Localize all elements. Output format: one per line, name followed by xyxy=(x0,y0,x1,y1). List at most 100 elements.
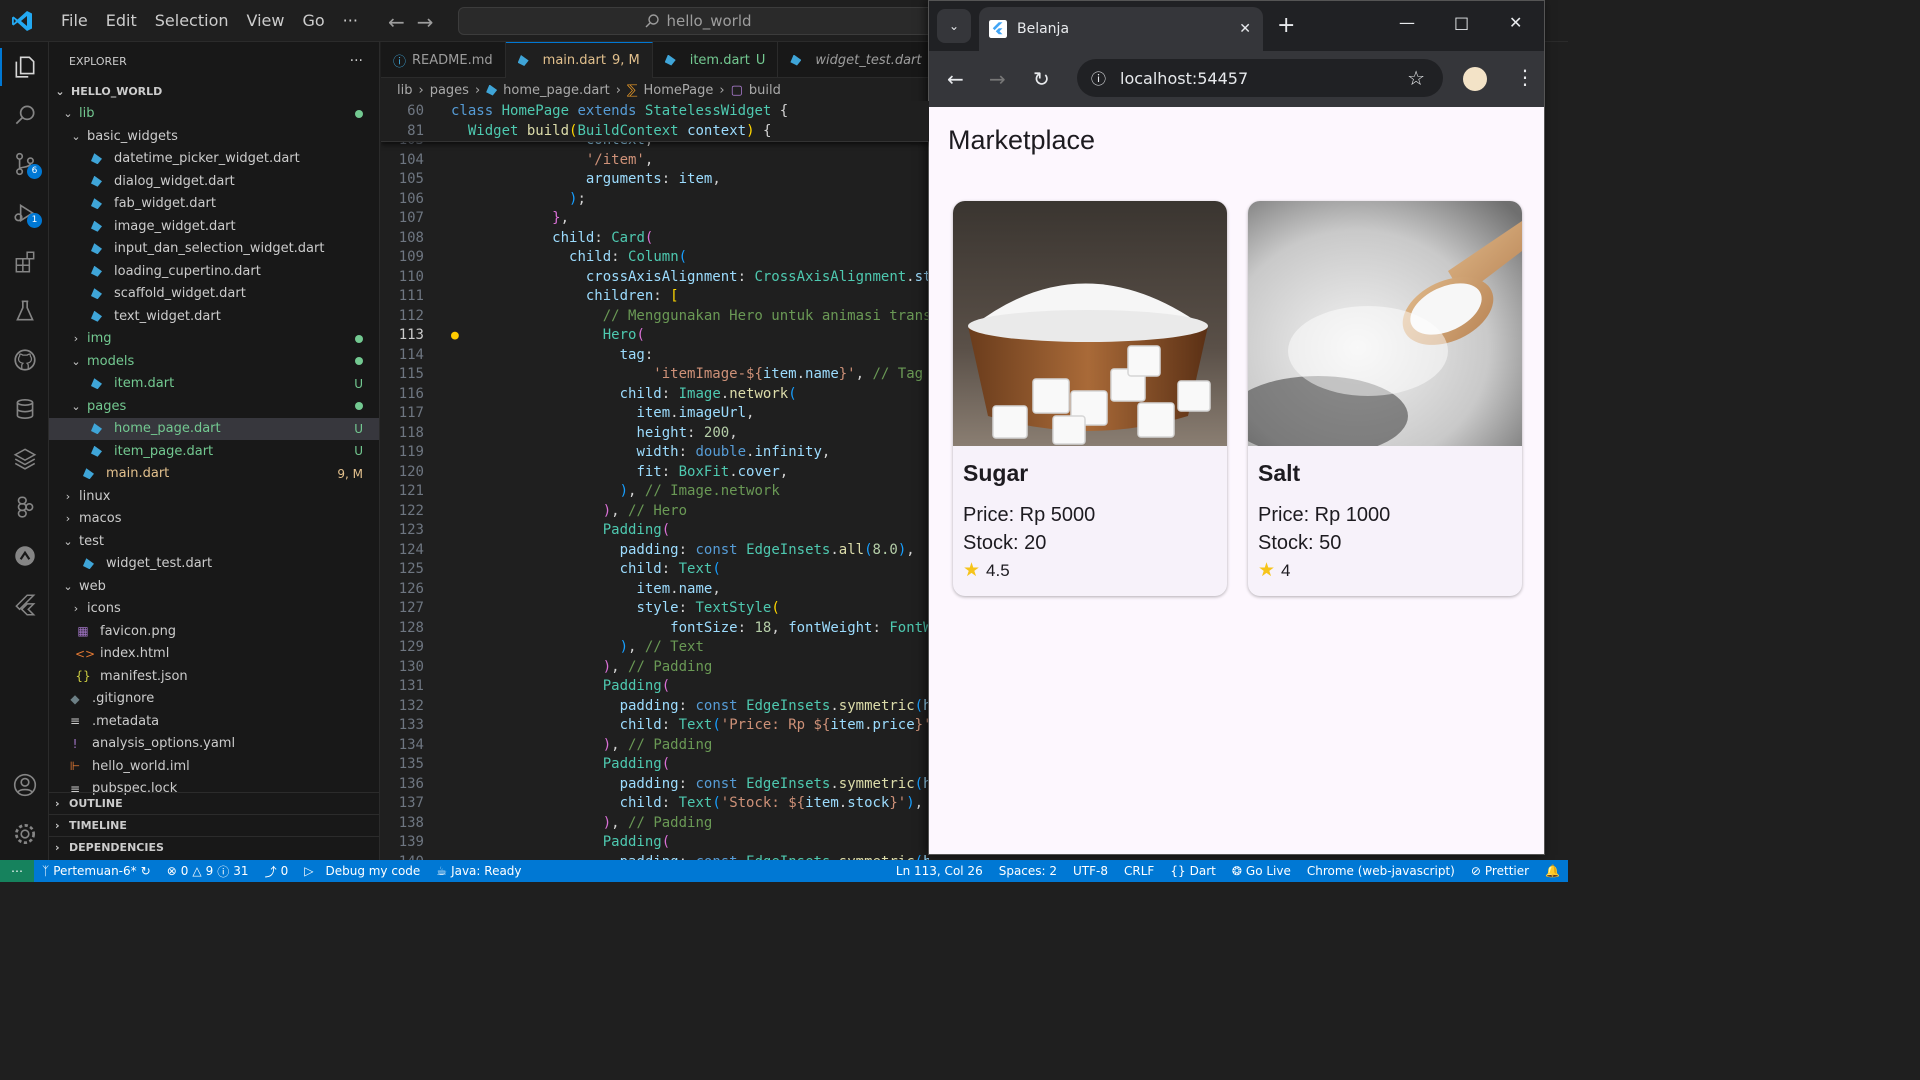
tree-item[interactable]: ⌄ test xyxy=(49,530,379,553)
minimize-icon[interactable]: — xyxy=(1399,13,1415,32)
code-line[interactable]: 118 height: 200, xyxy=(381,424,929,444)
code-line[interactable]: 113 Hero(● xyxy=(381,326,929,346)
code-line[interactable]: 109 child: Column( xyxy=(381,248,929,268)
breadcrumb-item[interactable]: pages xyxy=(430,83,469,98)
editor-minimap[interactable] xyxy=(1546,42,1568,860)
tree-item[interactable]: item_page.dart U xyxy=(49,440,379,463)
site-info-icon[interactable]: ⓘ xyxy=(1091,68,1106,89)
tree-item[interactable]: dialog_widget.dart xyxy=(49,170,379,193)
menu-go[interactable]: Go xyxy=(293,0,333,42)
tab-main-dart[interactable]: main.dart 9, M xyxy=(505,42,653,78)
back-arrow-icon[interactable]: ← xyxy=(388,10,405,34)
flutter-device[interactable]: Chrome (web-javascript) xyxy=(1299,864,1463,878)
code-line[interactable]: 135 Padding( xyxy=(381,755,929,775)
tree-item[interactable]: ◆ .gitignore xyxy=(49,688,379,711)
tree-item[interactable]: main.dart 9, M xyxy=(49,463,379,486)
tab-item-dart[interactable]: item.dart U xyxy=(653,42,779,78)
breadcrumb-item[interactable]: lib xyxy=(397,83,412,98)
code-line[interactable]: 124 padding: const EdgeInsets.all(8.0), xyxy=(381,541,929,561)
tree-item[interactable]: ⊩ hello_world.iml xyxy=(49,755,379,778)
encoding[interactable]: UTF-8 xyxy=(1065,864,1116,878)
tree-item[interactable]: image_widget.dart xyxy=(49,215,379,238)
code-line[interactable]: 130 ), // Padding xyxy=(381,658,929,678)
tree-item[interactable]: <> index.html xyxy=(49,643,379,666)
prettier[interactable]: ⊘ Prettier xyxy=(1463,864,1537,878)
reload-icon[interactable]: ↻ xyxy=(1033,67,1050,91)
notifications-bell-icon[interactable]: 🔔 xyxy=(1537,864,1568,878)
browser-menu-icon[interactable]: ⋮ xyxy=(1515,65,1535,89)
tree-item[interactable]: › macos xyxy=(49,508,379,531)
remote-explorer-icon[interactable] xyxy=(0,533,49,579)
git-branch[interactable]: ᛉ Pertemuan-6* ↻ xyxy=(34,864,159,878)
code-line[interactable]: 137 child: Text('Stock: ${item.stock}'), xyxy=(381,794,929,814)
code-line[interactable]: 128 fontSize: 18, fontWeight: FontWeight xyxy=(381,619,929,639)
tab-search-button[interactable]: ⌄ xyxy=(937,9,971,43)
tree-item[interactable]: ⌄ pages xyxy=(49,395,379,418)
code-line[interactable]: 104 '/item', xyxy=(381,151,929,171)
settings-gear-icon[interactable] xyxy=(0,811,49,857)
product-card-salt[interactable]: Salt Price: Rp 1000 Stock: 50 ★ 4 xyxy=(1248,201,1522,596)
code-line[interactable]: 121 ), // Image.network xyxy=(381,482,929,502)
run-debug-icon[interactable]: 1 xyxy=(0,190,49,236)
menu-selection[interactable]: Selection xyxy=(146,0,238,42)
tab-readme[interactable]: ⓘ README.md xyxy=(381,42,506,78)
code-line[interactable]: 129 ), // Text xyxy=(381,638,929,658)
code-editor[interactable]: 60 class HomePage extends StatelessWidget… xyxy=(381,101,929,860)
language-mode[interactable]: {} Dart xyxy=(1162,864,1224,878)
code-line[interactable]: 119 width: double.infinity, xyxy=(381,443,929,463)
tree-item[interactable]: scaffold_widget.dart xyxy=(49,283,379,306)
tree-item[interactable]: home_page.dart U xyxy=(49,417,379,440)
code-line[interactable]: 107 }, xyxy=(381,209,929,229)
dependencies-section[interactable]: › DEPENDENCIES xyxy=(49,836,380,858)
debug-status[interactable]: ▷ Debug my code xyxy=(296,864,428,878)
address-bar[interactable]: ⓘ localhost:54457 ☆ xyxy=(1077,59,1443,97)
testing-flask-icon[interactable] xyxy=(0,288,49,334)
layers-icon[interactable] xyxy=(0,435,49,481)
code-line[interactable]: 112 // Menggunakan Hero untuk animasi tr… xyxy=(381,307,929,327)
tree-item[interactable]: datetime_picker_widget.dart xyxy=(49,148,379,171)
menu-file[interactable]: File xyxy=(52,0,97,42)
code-line[interactable]: 122 ), // Hero xyxy=(381,502,929,522)
database-icon[interactable] xyxy=(0,386,49,432)
tree-item[interactable]: › img xyxy=(49,328,379,351)
maximize-icon[interactable]: □ xyxy=(1454,13,1469,32)
timeline-section[interactable]: › TIMELINE xyxy=(49,814,380,836)
tree-item[interactable]: widget_test.dart xyxy=(49,553,379,576)
code-line[interactable]: 111 children: [ xyxy=(381,287,929,307)
code-line[interactable]: 138 ), // Padding xyxy=(381,814,929,834)
tree-item[interactable]: ⌄ basic_widgets xyxy=(49,125,379,148)
tree-item[interactable]: item.dart U xyxy=(49,373,379,396)
code-line[interactable]: 105 arguments: item, xyxy=(381,170,929,190)
menu-view[interactable]: View xyxy=(238,0,294,42)
extensions-icon[interactable] xyxy=(0,239,49,285)
browser-tab[interactable]: Belanja ✕ xyxy=(979,7,1263,51)
sticky-scroll[interactable]: 60 class HomePage extends StatelessWidget… xyxy=(381,101,929,142)
problems[interactable]: ⊗ 0 △ 9 ⓘ 31 xyxy=(159,863,257,880)
tree-item[interactable]: ⌄ lib xyxy=(49,103,379,126)
profile-avatar-icon[interactable] xyxy=(1463,67,1487,91)
tree-item[interactable]: ⌄ models xyxy=(49,350,379,373)
code-line[interactable]: 126 item.name, xyxy=(381,580,929,600)
forward-icon[interactable]: → xyxy=(989,67,1006,91)
breadcrumb-item[interactable]: HomePage xyxy=(644,83,714,98)
menu-more[interactable]: ··· xyxy=(334,0,367,42)
product-card-sugar[interactable]: Sugar Price: Rp 5000 Stock: 20 ★ 4.5 xyxy=(953,201,1227,596)
explorer-icon[interactable] xyxy=(0,44,49,90)
tree-item[interactable]: text_widget.dart xyxy=(49,305,379,328)
code-line[interactable]: 139 Padding( xyxy=(381,833,929,853)
code-line[interactable]: 127 style: TextStyle( xyxy=(381,599,929,619)
indentation[interactable]: Spaces: 2 xyxy=(991,864,1065,878)
tree-item[interactable]: › linux xyxy=(49,485,379,508)
breadcrumb-item[interactable]: home_page.dart xyxy=(503,83,610,98)
new-tab-icon[interactable]: + xyxy=(1277,13,1295,38)
code-line[interactable]: 116 child: Image.network( xyxy=(381,385,929,405)
outline-section[interactable]: › OUTLINE xyxy=(49,792,380,814)
code-line[interactable]: 110 crossAxisAlignment: CrossAxisAlignme… xyxy=(381,268,929,288)
tree-item[interactable]: › icons xyxy=(49,598,379,621)
git-graph-icon[interactable] xyxy=(0,484,49,530)
code-line[interactable]: 106 ); xyxy=(381,190,929,210)
remote-indicator-icon[interactable]: ⋯ xyxy=(0,860,34,882)
command-center[interactable]: hello_world xyxy=(458,7,938,35)
sticky-line[interactable]: 81 Widget build(BuildContext context) { xyxy=(381,122,929,142)
lightbulb-icon[interactable]: ● xyxy=(451,326,459,346)
